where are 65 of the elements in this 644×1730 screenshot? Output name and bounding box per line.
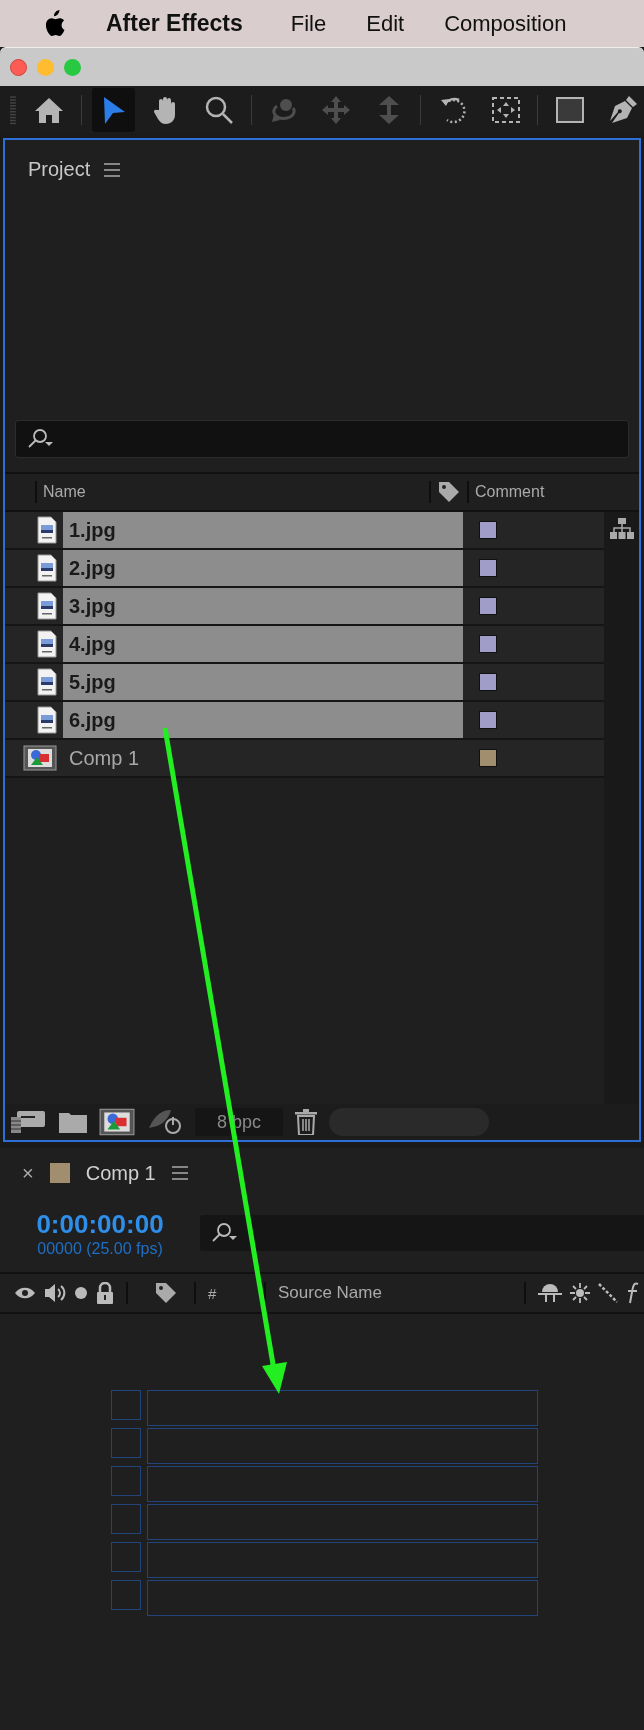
render-power-icon[interactable] [147, 1108, 183, 1136]
project-item[interactable]: 2.jpg [5, 550, 604, 588]
label-swatch[interactable] [479, 711, 497, 729]
menu-icon[interactable] [171, 1166, 188, 1180]
menu-item[interactable]: Composition [444, 10, 567, 37]
project-item[interactable]: 3.jpg [5, 588, 604, 626]
project-item[interactable]: 1.jpg [5, 512, 604, 550]
label-swatch[interactable] [479, 673, 497, 691]
project-item[interactable]: 4.jpg [5, 626, 604, 664]
image-file-icon [37, 592, 57, 620]
image-file-icon [37, 554, 57, 582]
label-swatch[interactable] [479, 597, 497, 615]
app-menu[interactable]: After Effects [106, 10, 243, 37]
drop-placeholder [111, 1580, 141, 1610]
effects-icon[interactable] [626, 1282, 640, 1304]
tag-icon[interactable] [154, 1281, 178, 1305]
sun-icon[interactable] [570, 1283, 590, 1303]
label-swatch[interactable] [479, 521, 497, 539]
column-header[interactable]: Source Name [278, 1283, 512, 1303]
search-field[interactable] [15, 420, 629, 458]
image-file-icon [37, 706, 57, 734]
label-swatch[interactable] [479, 635, 497, 653]
composition-icon [23, 745, 57, 771]
drop-placeholder [111, 1428, 141, 1458]
close-tab-button[interactable]: × [22, 1161, 34, 1185]
column-header[interactable]: # [208, 1284, 252, 1302]
composition-icon[interactable] [99, 1108, 135, 1136]
label-swatch[interactable] [479, 749, 497, 767]
timecode[interactable]: 0:00:00:00 [36, 1208, 164, 1240]
speaker-icon[interactable] [44, 1282, 66, 1304]
image-file-icon [37, 630, 57, 658]
column-header[interactable]: Name [43, 483, 423, 501]
quality-icon[interactable] [598, 1283, 618, 1303]
frame-info: 00000 (25.00 fps) [37, 1239, 163, 1258]
drop-placeholder [111, 1390, 141, 1420]
drop-placeholder [111, 1466, 141, 1496]
folder-icon[interactable] [59, 1111, 87, 1133]
search-field[interactable] [200, 1215, 644, 1251]
tag-icon[interactable] [437, 480, 461, 504]
trash-icon[interactable] [295, 1109, 317, 1135]
column-header[interactable]: Comment [475, 483, 545, 501]
drop-placeholder [111, 1504, 141, 1534]
flowchart-icon[interactable] [609, 518, 634, 540]
eye-icon[interactable] [14, 1286, 36, 1300]
drop-placeholder [111, 1542, 141, 1572]
project-item[interactable]: Comp 1 [5, 740, 604, 778]
close-button[interactable] [10, 58, 27, 76]
project-item[interactable]: 5.jpg [5, 664, 604, 702]
grip-icon[interactable] [10, 94, 16, 125]
selection-tool-button[interactable] [91, 87, 135, 132]
lock-icon[interactable] [96, 1282, 114, 1304]
menu-item[interactable]: File [290, 10, 327, 37]
solo-dot-icon[interactable] [74, 1286, 88, 1300]
panel-title[interactable]: Project [28, 158, 91, 181]
interpret-footage-icon[interactable] [11, 1109, 47, 1135]
image-file-icon [37, 516, 57, 544]
search-icon[interactable] [26, 428, 56, 450]
panel-title[interactable]: Comp 1 [85, 1161, 156, 1185]
search-icon[interactable] [210, 1222, 240, 1244]
image-file-icon [37, 668, 57, 696]
project-item[interactable]: 6.jpg [5, 702, 604, 740]
menu-item[interactable]: Edit [366, 10, 405, 37]
shy-icon[interactable] [538, 1282, 562, 1304]
menu-icon[interactable] [104, 162, 121, 177]
label-swatch[interactable] [479, 559, 497, 577]
